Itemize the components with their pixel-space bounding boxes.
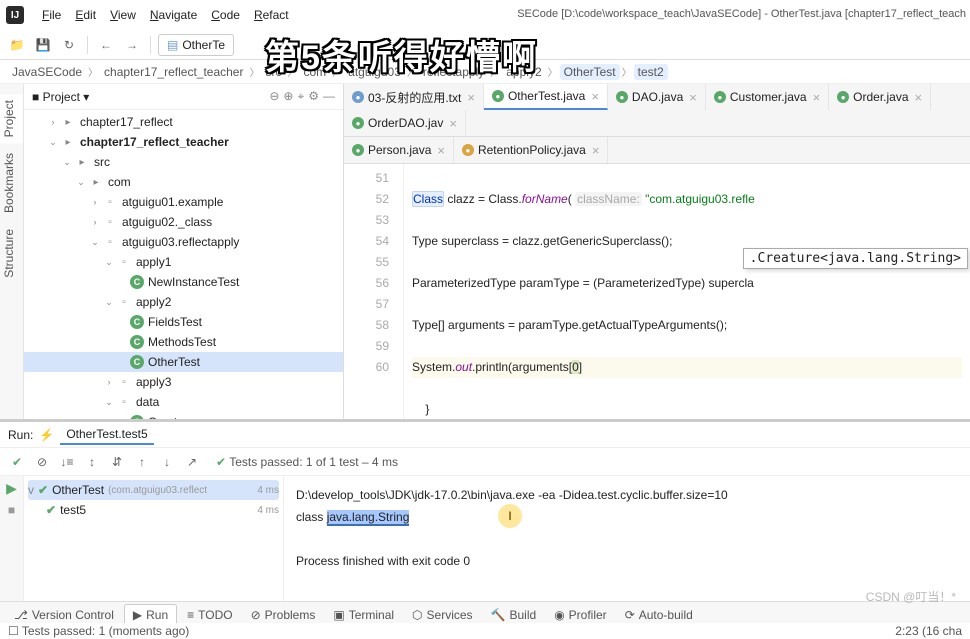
line-gutter: 51525354555657585960 [344, 164, 404, 439]
settings-icon[interactable]: ⚙ [308, 89, 319, 104]
tree-item[interactable]: CMethodsTest [24, 332, 343, 352]
tree-item[interactable]: ›▫atguigu01.example [24, 192, 343, 212]
test-passed-filter-icon[interactable]: ✔ [6, 451, 28, 473]
project-tree[interactable]: ›▸chapter17_reflect⌄▸chapter17_reflect_t… [24, 110, 343, 439]
run-ok-icon: ⚡ [39, 428, 54, 442]
code-editor[interactable]: 51525354555657585960 Class clazz = Class… [344, 164, 970, 439]
editor-tab[interactable]: ●RetentionPolicy.java× [454, 137, 608, 163]
status-left: Tests passed: 1 (moments ago) [22, 624, 189, 638]
back-icon[interactable]: ← [95, 34, 117, 56]
test-child-item[interactable]: ✔test5 4 ms [28, 500, 279, 520]
console-line: D:\develop_tools\JDK\jdk-17.0.2\bin\java… [296, 484, 958, 506]
run-side-toolbar: ▶ ■ [0, 476, 24, 611]
sort-icon[interactable]: ↓≡ [56, 451, 78, 473]
parameter-hint-popup: .Creature<java.lang.String> [743, 248, 968, 269]
close-icon[interactable]: × [449, 116, 457, 131]
test-ignored-filter-icon[interactable]: ⊘ [31, 451, 53, 473]
locate-icon[interactable]: ⌖ [297, 89, 304, 104]
project-panel-title: ■ Project ▾ [32, 90, 89, 104]
toolbar-file-tab[interactable]: ▤ OtherTe [158, 34, 234, 56]
editor-tab[interactable]: ●Customer.java× [706, 84, 829, 110]
rerun-icon[interactable]: ▶ [6, 480, 17, 497]
close-icon[interactable]: × [689, 90, 697, 105]
editor-tabs-row2: ●Person.java×●RetentionPolicy.java× [344, 137, 970, 164]
close-icon[interactable]: × [915, 90, 923, 105]
window-title: SECode [D:\code\workspace_teach\JavaSECo… [517, 8, 966, 20]
watermark: CSDN @叮当！* [866, 588, 956, 605]
expand-all-icon[interactable]: ↕ [81, 451, 103, 473]
menu-edit[interactable]: Edit [69, 6, 102, 24]
prev-icon[interactable]: ↑ [131, 451, 153, 473]
run-config-tab[interactable]: OtherTest.test5 [60, 425, 153, 445]
editor-tab[interactable]: ●Order.java× [829, 84, 931, 110]
editor-tab[interactable]: ●OtherTest.java× [484, 84, 608, 110]
editor-tabs: ●03-反射的应用.txt×●OtherTest.java×●DAO.java×… [344, 84, 970, 137]
tree-item[interactable]: ›▫atguigu02._class [24, 212, 343, 232]
menu-view[interactable]: View [104, 6, 142, 24]
code-content[interactable]: Class clazz = Class.forName( className: … [404, 164, 970, 439]
test-tree[interactable]: v✔ OtherTest (com.atguigu03.reflect 4 ms… [24, 476, 284, 611]
project-panel: ■ Project ▾ ⊖ ⊕ ⌖ ⚙ — ›▸chapter17_reflec… [24, 84, 344, 439]
close-icon[interactable]: × [813, 90, 821, 105]
tree-item[interactable]: ⌄▫atguigu03.reflectapply [24, 232, 343, 252]
tree-item[interactable]: COtherTest [24, 352, 343, 372]
export-icon[interactable]: ↗ [181, 451, 203, 473]
run-toolbar: ✔ ⊘ ↓≡ ↕ ⇵ ↑ ↓ ↗ ✔ Tests passed: 1 of 1 … [0, 448, 970, 476]
crumb-7[interactable]: OtherTest [560, 64, 620, 80]
editor-tab[interactable]: ●Person.java× [344, 137, 454, 163]
collapse-all-icon[interactable]: ⇵ [106, 451, 128, 473]
save-icon[interactable]: 💾 [32, 34, 54, 56]
tree-item[interactable]: ›▫apply3 [24, 372, 343, 392]
status-bar: ☐ Tests passed: 1 (moments ago) 2:23 (16… [0, 623, 970, 639]
run-toolwindow: Run: ⚡ OtherTest.test5 ✔ ⊘ ↓≡ ↕ ⇵ ↑ ↓ ↗ … [0, 419, 970, 611]
crumb-8[interactable]: test2 [634, 64, 668, 80]
bookmarks-tool-tab[interactable]: Bookmarks [0, 147, 23, 219]
forward-icon[interactable]: → [121, 34, 143, 56]
tree-item[interactable]: ⌄▫data [24, 392, 343, 412]
tree-item[interactable]: CNewInstanceTest [24, 272, 343, 292]
video-caption-overlay: 第5条听得好懵啊 [265, 30, 538, 79]
editor-tab[interactable]: ●OrderDAO.jav× [344, 110, 466, 136]
sync-icon[interactable]: ↻ [58, 34, 80, 56]
crumb-1[interactable]: chapter17_reflect_teacher [100, 64, 247, 80]
left-toolwindow-bar: Project Bookmarks Structure [0, 84, 24, 439]
console-line: class java.lang.String [296, 506, 958, 528]
tree-item[interactable]: ⌄▫apply2 [24, 292, 343, 312]
test-root-item[interactable]: v✔ OtherTest (com.atguigu03.reflect 4 ms [28, 480, 279, 500]
next-icon[interactable]: ↓ [156, 451, 178, 473]
project-tool-tab[interactable]: Project [0, 94, 23, 143]
tree-item[interactable]: ⌄▫apply1 [24, 252, 343, 272]
menu-refactor[interactable]: Refact [248, 6, 295, 24]
tests-status-text: Tests passed: 1 of 1 test – 4 ms [229, 455, 398, 469]
status-right: 2:23 (16 cha [895, 624, 962, 638]
console-line: Process finished with exit code 0 [296, 550, 958, 572]
crumb-0[interactable]: JavaSECode [8, 64, 86, 80]
tree-item[interactable]: ›▸chapter17_reflect [24, 112, 343, 132]
hide-icon[interactable]: — [323, 89, 335, 104]
menu-file[interactable]: File [36, 6, 67, 24]
open-icon[interactable]: 📁 [6, 34, 28, 56]
tree-item[interactable]: ⌄▸chapter17_reflect_teacher [24, 132, 343, 152]
close-icon[interactable]: × [591, 89, 599, 104]
close-icon[interactable]: × [592, 143, 600, 158]
expand-icon[interactable]: ⊕ [283, 89, 293, 104]
tree-item[interactable]: ⌄▸com [24, 172, 343, 192]
txt-file-icon: ▤ [167, 38, 178, 52]
main-menu: File Edit View Navigate Code Refact [36, 6, 295, 24]
text-cursor-highlight-icon: I [498, 504, 522, 528]
app-logo: IJ [6, 6, 24, 24]
stop-icon[interactable]: ■ [8, 503, 15, 517]
editor-tab[interactable]: ●03-反射的应用.txt× [344, 84, 484, 110]
tree-item[interactable]: ⌄▸src [24, 152, 343, 172]
menu-code[interactable]: Code [205, 6, 246, 24]
close-icon[interactable]: × [467, 90, 475, 105]
menu-navigate[interactable]: Navigate [144, 6, 203, 24]
editor-panel: ●03-反射的应用.txt×●OtherTest.java×●DAO.java×… [344, 84, 970, 439]
collapse-icon[interactable]: ⊖ [269, 89, 279, 104]
close-icon[interactable]: × [437, 143, 445, 158]
structure-tool-tab[interactable]: Structure [0, 223, 23, 284]
tree-item[interactable]: CFieldsTest [24, 312, 343, 332]
editor-tab[interactable]: ●DAO.java× [608, 84, 706, 110]
run-title: Run: [8, 428, 33, 442]
